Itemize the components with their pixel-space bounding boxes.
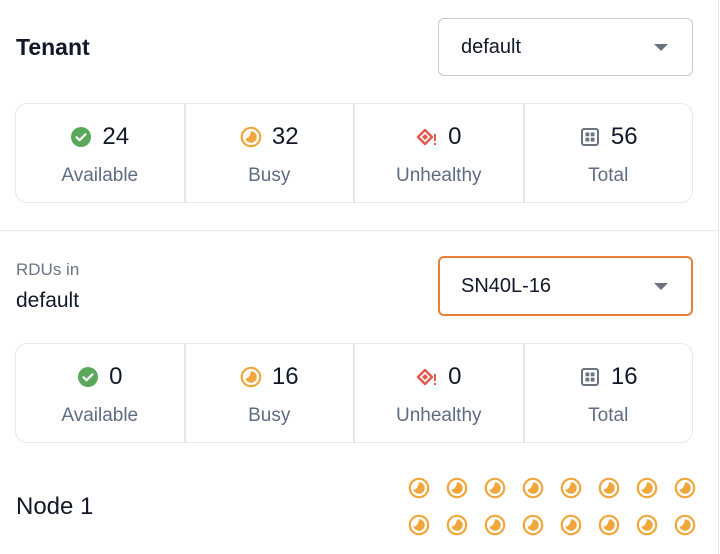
stat-total: 16 Total: [525, 344, 693, 442]
busy-clock-icon: [636, 514, 658, 536]
stat-busy: 16 Busy: [186, 344, 355, 442]
rdu-status-busy[interactable]: [444, 512, 470, 538]
stat-busy: 32 Busy: [186, 104, 355, 202]
stat-value: 24: [102, 123, 130, 150]
rdu-type-select[interactable]: SN40L-16: [438, 256, 693, 316]
section-divider: [0, 230, 718, 231]
rdu-status-busy[interactable]: [558, 512, 584, 538]
rdu-status-busy[interactable]: [520, 512, 546, 538]
busy-clock-icon: [484, 477, 506, 499]
rdu-status-busy[interactable]: [482, 512, 508, 538]
rdu-status-busy[interactable]: [596, 512, 622, 538]
stat-label: Unhealthy: [395, 165, 482, 186]
busy-clock-icon: [446, 514, 468, 536]
chevron-down-icon: [654, 44, 668, 51]
busy-clock-icon: [240, 126, 262, 148]
stat-unhealthy: 0 Unhealthy: [355, 344, 525, 442]
busy-clock-icon: [674, 477, 696, 499]
rdu-status-busy[interactable]: [520, 475, 546, 501]
stat-label: Available: [61, 165, 139, 186]
node-rdu-grid: [406, 475, 710, 549]
busy-clock-icon: [598, 477, 620, 499]
busy-clock-icon: [408, 514, 430, 536]
stat-value: 0: [448, 123, 462, 150]
stat-value: 16: [271, 363, 299, 390]
rdu-status-busy[interactable]: [672, 475, 698, 501]
tenant-select[interactable]: default: [438, 18, 693, 76]
rdu-status-busy[interactable]: [634, 512, 660, 538]
rdus-tenant-name: default: [16, 289, 80, 312]
rdus-in-label: RDUs in: [16, 260, 80, 279]
rdu-status-busy[interactable]: [634, 475, 660, 501]
unhealthy-diamond-icon: [416, 126, 438, 148]
stat-label: Unhealthy: [395, 405, 482, 426]
busy-clock-icon: [522, 514, 544, 536]
rdu-status-busy[interactable]: [482, 475, 508, 501]
stat-label: Busy: [248, 165, 291, 186]
unhealthy-diamond-icon: [416, 366, 438, 388]
stat-value: 56: [610, 123, 638, 150]
busy-clock-icon: [408, 477, 430, 499]
stat-label: Busy: [248, 405, 291, 426]
rdu-status-busy[interactable]: [444, 475, 470, 501]
stat-value: 0: [109, 363, 123, 390]
stat-unhealthy: 0 Unhealthy: [355, 104, 525, 202]
rdu-status-busy[interactable]: [406, 475, 432, 501]
rdu-status-busy[interactable]: [406, 512, 432, 538]
stat-label: Total: [588, 405, 629, 426]
busy-clock-icon: [240, 366, 262, 388]
rdu-type-select-value: SN40L-16: [461, 275, 552, 297]
rdu-stats-card: 0 Available 16 Busy 0 Unhealthy 16 Total: [15, 343, 693, 443]
check-circle-icon: [70, 126, 92, 148]
check-circle-icon: [77, 366, 99, 388]
rdu-status-busy[interactable]: [672, 512, 698, 538]
stat-available: 24 Available: [16, 104, 186, 202]
busy-clock-icon: [598, 514, 620, 536]
busy-clock-icon: [446, 477, 468, 499]
stat-value: 0: [448, 363, 462, 390]
node-label: Node 1: [16, 493, 94, 520]
tenant-select-value: default: [461, 36, 522, 58]
busy-clock-icon: [636, 477, 658, 499]
stat-total: 56 Total: [525, 104, 693, 202]
grid-icon: [579, 126, 601, 148]
tenant-stats-card: 24 Available 32 Busy 0 Unhealthy 56 Tota…: [15, 103, 693, 203]
stat-value: 32: [271, 123, 299, 150]
grid-icon: [579, 366, 601, 388]
busy-clock-icon: [484, 514, 506, 536]
stat-label: Total: [588, 165, 629, 186]
busy-clock-icon: [560, 477, 582, 499]
rdu-status-busy[interactable]: [596, 475, 622, 501]
busy-clock-icon: [674, 514, 696, 536]
busy-clock-icon: [522, 477, 544, 499]
panel-right-divider: [718, 0, 719, 554]
tenant-title: Tenant: [16, 34, 90, 60]
stat-label: Available: [61, 405, 139, 426]
chevron-down-icon: [654, 283, 668, 290]
stat-available: 0 Available: [16, 344, 186, 442]
busy-clock-icon: [560, 514, 582, 536]
rdu-status-busy[interactable]: [558, 475, 584, 501]
stat-value: 16: [610, 363, 638, 390]
